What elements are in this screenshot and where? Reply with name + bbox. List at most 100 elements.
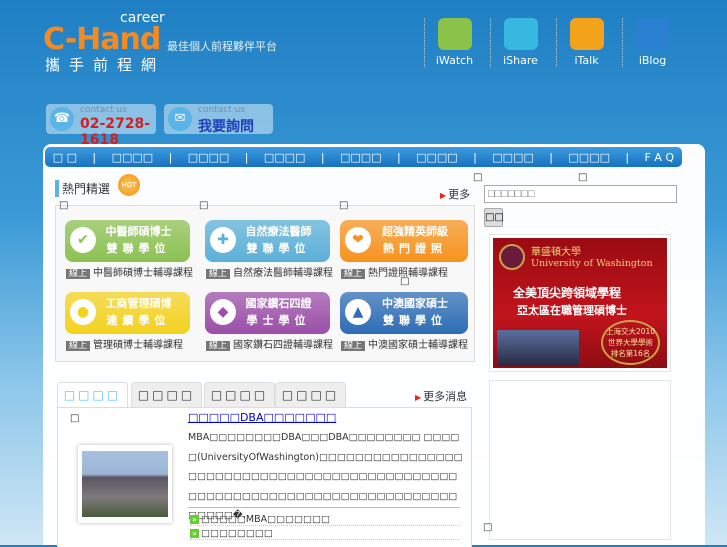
tile-line2: 雙聯學位 [246, 242, 311, 255]
news-list-item[interactable]: □□□□□MBA□□□□□□□ [190, 514, 460, 526]
placeholder-glyph: □ [473, 172, 483, 183]
nav-separator: | [549, 150, 553, 164]
featured-caption-link[interactable]: 線上 熱門證照輔導課程 [341, 264, 448, 279]
search-button[interactable]: □□ [484, 208, 504, 227]
nav-item[interactable]: □□□□ [340, 151, 382, 164]
placeholder-glyph: □ [199, 200, 209, 211]
university-seal-icon [499, 244, 525, 270]
nav-item[interactable]: □□□□ [416, 151, 458, 164]
monitor-icon [437, 18, 472, 50]
contact-inquiry-button[interactable]: ✉ contact us 我要詢問 [164, 104, 273, 135]
top-link-label: iShare [503, 54, 538, 67]
ad-en-name: University of Washington [531, 258, 653, 269]
ad-line1: 全美頂尖跨領域學程 [513, 286, 622, 300]
contact-phone[interactable]: ☎ contact us 02-2728-1618 [46, 104, 156, 148]
news-tab[interactable]: □□□□ [275, 382, 346, 408]
logo-chinese: 攜手前程網 [45, 56, 166, 74]
checkmark-icon: ✔ [70, 227, 96, 253]
featured-tile[interactable]: ✚ 自然療法醫師 雙聯學位 [205, 220, 330, 262]
caption-text: 自然療法醫師輔導課程 [233, 268, 334, 279]
tile-line2: 熱門證照 [383, 242, 447, 255]
main-nav: □ □ | □□□□ | □□□□ | □□□□ | □□□□ | □□□□ | □□□□ | □□□□ | F… [45, 147, 682, 167]
heart-icon: ❤ [345, 227, 371, 253]
news-list-item[interactable]: □□□□□□□□ [190, 528, 460, 540]
ad-badge-line: 世界大學學術 [608, 338, 654, 347]
campus-building-image [497, 330, 579, 366]
news-tab[interactable]: □□□□ [57, 382, 128, 408]
online-badge: 線上 [341, 269, 366, 279]
news-title-link[interactable]: □□□□□DBA□□□□□□□ [188, 411, 336, 424]
tile-line2: 雙聯學位 [106, 242, 171, 255]
chat-people-icon [569, 18, 604, 50]
top-link-italk[interactable]: iTalk [556, 18, 616, 67]
tile-line1: 中澳國家碩士 [382, 297, 448, 310]
online-badge: 線上 [66, 269, 91, 279]
featured-caption-link[interactable]: 線上 自然療法醫師輔導課程 [206, 264, 333, 279]
nav-separator: | [396, 150, 401, 164]
news-photo[interactable] [78, 445, 172, 523]
online-badge: 線上 [206, 269, 231, 279]
nav-item[interactable]: □□□□ [568, 151, 610, 164]
diamond-icon: ◆ [210, 299, 236, 325]
divider [188, 507, 460, 508]
nav-item[interactable]: □□□□ [188, 151, 230, 164]
tile-line2: 雙聯學位 [383, 314, 447, 327]
nav-item[interactable]: F A Q [645, 151, 675, 164]
tile-line1: 國家鑽石四證 [245, 297, 312, 310]
featured-title: 熱門精選 [55, 180, 110, 197]
ad-line2: 亞太區在職管理碩博士 [517, 304, 627, 317]
featured-caption-link[interactable]: 線上 國家鑽石四證輔導課程 [206, 336, 333, 351]
featured-tile[interactable]: ❤ 超強精英師級 熱門證照 [340, 220, 468, 262]
contact-label: contact us [80, 105, 127, 115]
news-tab[interactable]: □□□□ [204, 382, 275, 408]
tile-line2: 學士學位 [246, 314, 311, 327]
featured-tile[interactable]: ▲ 中澳國家碩士 雙聯學位 [340, 292, 468, 334]
featured-caption-link[interactable]: 線上 中醫師碩博士輔導課程 [66, 264, 193, 279]
graduation-cap-icon: ▲ [345, 299, 371, 325]
top-link-iwatch[interactable]: iWatch [424, 18, 484, 67]
top-link-ishare[interactable]: iShare [490, 18, 550, 67]
caption-text: 熱門證照輔導課程 [368, 268, 449, 279]
news-more-link[interactable]: 更多消息 [415, 388, 467, 404]
tile-line1: 工商管理碩博 [105, 297, 172, 310]
placeholder-glyph: □ [70, 413, 80, 424]
nav-item[interactable]: □□□□ [112, 151, 154, 164]
online-badge: 線上 [341, 341, 366, 351]
caption-text: 管理碩博士輔導課程 [93, 340, 184, 351]
caption-text: 中澳國家碩士輔導課程 [368, 340, 469, 351]
featured-caption-link[interactable]: 線上 中澳國家碩士輔導課程 [341, 336, 468, 351]
inquiry-label: 我要詢問 [198, 119, 254, 135]
featured-more-link[interactable]: 更多 [440, 186, 470, 202]
logo[interactable]: C-Hand [43, 22, 161, 57]
featured-tile[interactable]: ✔ 中醫師碩博士 雙聯學位 [65, 220, 190, 262]
nav-separator: | [473, 150, 477, 164]
placeholder-glyph: □ [483, 522, 493, 533]
top-link-label: iBlog [638, 54, 667, 67]
placeholder-glyph: □ [59, 200, 69, 211]
tile-line1: 中醫師碩博士 [105, 225, 172, 238]
uw-ad-banner[interactable]: 華盛頓大學 University of Washington 全美頂尖跨領域學程… [489, 234, 671, 372]
tile-line1: 超強精英師級 [382, 225, 448, 238]
nav-item[interactable]: □ □ [53, 151, 77, 164]
top-link-label: iWatch [435, 54, 474, 67]
news-tab[interactable]: □□□□ [131, 382, 202, 408]
featured-tile[interactable]: ● 工商管理碩博 連續學位 [65, 292, 190, 334]
person-icon: ● [70, 299, 96, 325]
hot-badge-icon: HOT [118, 174, 140, 196]
featured-tile[interactable]: ◆ 國家鑽石四證 學士學位 [205, 292, 330, 334]
blog-book-icon [635, 18, 670, 50]
top-link-iblog[interactable]: iBlog [622, 18, 682, 67]
online-badge: 線上 [66, 341, 91, 351]
mail-icon: ✉ [168, 107, 192, 131]
contact-label: contact us [198, 105, 245, 115]
cross-icon: ✚ [210, 227, 236, 253]
search-input[interactable] [484, 185, 677, 203]
nav-item[interactable]: □□□□ [264, 151, 306, 164]
shopping-bag-icon [503, 18, 538, 50]
ad-badge-line: 排名第16名 [610, 349, 651, 358]
nav-separator: | [320, 150, 325, 164]
tile-line2: 連續學位 [106, 314, 171, 327]
featured-caption-link[interactable]: 線上 管理碩博士輔導課程 [66, 336, 183, 351]
nav-item[interactable]: □□□□ [492, 151, 534, 164]
slogan: 最佳個人前程夥伴平台 [167, 40, 277, 53]
